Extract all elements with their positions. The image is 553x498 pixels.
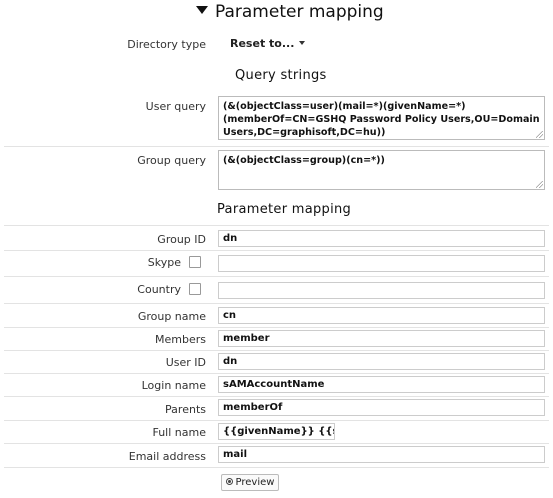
- divider: [4, 225, 549, 226]
- country-input[interactable]: [218, 282, 545, 299]
- divider: [4, 303, 549, 304]
- members-label: Members: [155, 333, 206, 346]
- directory-type-value: Reset to...: [230, 37, 295, 50]
- email-address-label: Email address: [128, 450, 206, 463]
- user-query-textarea[interactable]: (&(objectClass=user)(mail=*)(givenName=*…: [218, 96, 545, 140]
- skype-input[interactable]: [218, 255, 545, 272]
- divider: [4, 443, 549, 444]
- parents-label: Parents: [165, 403, 206, 416]
- full-name-input[interactable]: {{givenName}} {{sn}}: [218, 423, 335, 440]
- section-title: Parameter mapping: [215, 2, 384, 22]
- group-query-textarea[interactable]: (&(objectClass=group)(cn=*)): [218, 150, 545, 190]
- login-name-input[interactable]: sAMAccountName: [218, 376, 545, 393]
- divider: [4, 373, 549, 374]
- user-query-value: (&(objectClass=user)(mail=*)(givenName=*…: [223, 101, 540, 138]
- divider: [4, 146, 549, 147]
- group-id-label: Group ID: [157, 233, 206, 246]
- divider: [4, 467, 549, 468]
- divider: [4, 350, 549, 351]
- country-checkbox[interactable]: [189, 283, 201, 295]
- query-strings-heading: Query strings: [235, 68, 327, 83]
- preview-icon: [225, 478, 233, 485]
- group-query-value: (&(objectClass=group)(cn=*)): [223, 155, 385, 166]
- divider: [4, 327, 549, 328]
- group-name-input[interactable]: cn: [218, 307, 545, 324]
- skype-checkbox[interactable]: [189, 256, 201, 268]
- country-label: Country: [137, 283, 181, 296]
- skype-label: Skype: [147, 256, 181, 269]
- divider: [4, 396, 549, 397]
- preview-button[interactable]: Preview: [221, 474, 279, 491]
- parents-input[interactable]: memberOf: [218, 399, 545, 416]
- members-input[interactable]: member: [218, 330, 545, 347]
- preview-button-label: Preview: [235, 477, 275, 488]
- divider: [4, 276, 549, 277]
- caret-down-icon: [299, 41, 306, 45]
- group-name-label: Group name: [137, 310, 206, 323]
- resize-grip-icon[interactable]: [536, 131, 543, 138]
- full-name-label: Full name: [152, 426, 206, 439]
- user-id-input[interactable]: dn: [218, 353, 545, 370]
- section-header[interactable]: Parameter mapping: [196, 2, 384, 22]
- group-id-input[interactable]: dn: [218, 230, 545, 247]
- group-query-label: Group query: [137, 154, 206, 167]
- user-id-label: User ID: [165, 356, 206, 369]
- login-name-label: Login name: [141, 379, 206, 392]
- parameter-mapping-heading: Parameter mapping: [217, 202, 352, 217]
- directory-type-label: Directory type: [127, 38, 206, 51]
- collapse-triangle-icon[interactable]: [196, 6, 208, 14]
- resize-grip-icon[interactable]: [536, 181, 543, 188]
- directory-type-dropdown[interactable]: Reset to...: [230, 37, 306, 50]
- email-address-input[interactable]: mail: [218, 446, 545, 463]
- divider: [4, 420, 549, 421]
- divider: [4, 250, 549, 251]
- user-query-label: User query: [145, 100, 206, 113]
